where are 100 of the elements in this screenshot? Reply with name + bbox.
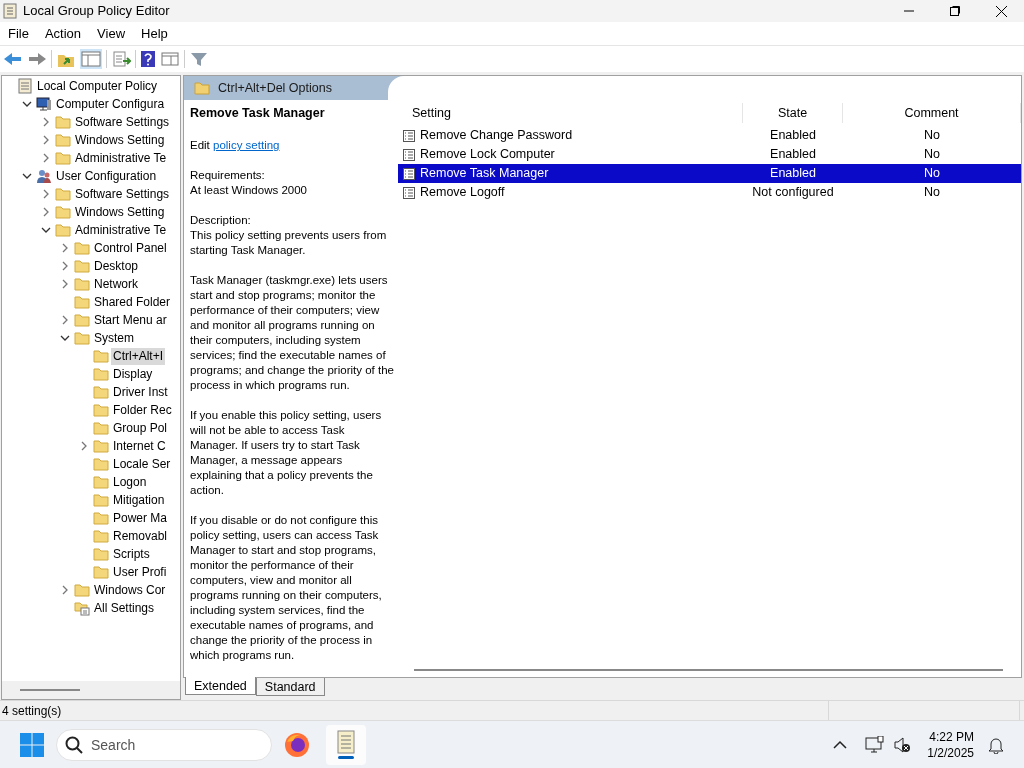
tree-item[interactable]: Administrative Te xyxy=(73,221,169,239)
menu-item[interactable]: File xyxy=(2,23,35,44)
chevron-right-icon[interactable] xyxy=(60,315,70,325)
export-list-icon[interactable] xyxy=(111,50,131,68)
chevron-right-icon[interactable] xyxy=(60,261,70,271)
tree-item[interactable]: Desktop xyxy=(92,257,141,275)
clock-time: 4:22 PM xyxy=(929,728,974,745)
tree-item[interactable]: Computer Configura xyxy=(54,95,167,113)
view-tab[interactable]: Standard xyxy=(255,678,325,696)
policy-setting-link[interactable]: policy setting xyxy=(213,139,280,151)
folder-icon xyxy=(93,456,109,472)
chevron-right-icon[interactable] xyxy=(79,441,89,451)
menu-item[interactable]: Help xyxy=(135,23,174,44)
tree-item[interactable]: Network xyxy=(92,275,140,293)
tree-item[interactable]: Administrative Te xyxy=(73,149,169,167)
help-icon[interactable] xyxy=(140,50,156,68)
scrollbar-thumb[interactable] xyxy=(20,689,80,691)
folder-icon xyxy=(93,510,109,526)
tree-item[interactable]: Ctrl+Alt+I xyxy=(111,347,165,365)
requirements-text: At least Windows 2000 xyxy=(190,183,308,198)
chevron-right-icon[interactable] xyxy=(41,189,51,199)
tree-item[interactable]: Removabl xyxy=(111,527,170,545)
tree-item[interactable]: User Profi xyxy=(111,563,169,581)
back-icon[interactable] xyxy=(3,51,23,67)
chevron-right-icon[interactable] xyxy=(41,117,51,127)
description-label: Description: xyxy=(190,213,252,228)
folder-icon xyxy=(93,366,109,382)
tree-item[interactable]: Control Panel xyxy=(92,239,169,257)
chevron-right-icon[interactable] xyxy=(60,585,70,595)
chevron-down-icon[interactable] xyxy=(60,333,70,343)
tree-item[interactable]: System xyxy=(92,329,136,347)
table-row[interactable]: Remove Logoff Not configured No xyxy=(398,183,1021,202)
chevron-right-icon[interactable] xyxy=(41,153,51,163)
tree-item[interactable]: Power Ma xyxy=(111,509,170,527)
table-row[interactable]: Remove Change Password Enabled No xyxy=(398,126,1021,145)
tree-item[interactable]: User Configuration xyxy=(54,167,159,185)
menu-item[interactable]: View xyxy=(91,23,132,44)
chevron-down-icon[interactable] xyxy=(22,99,32,109)
folder-icon xyxy=(55,132,71,148)
comment-text: No xyxy=(923,184,941,202)
setting-icon xyxy=(402,147,416,162)
folder-icon xyxy=(74,276,90,292)
comment-text: No xyxy=(923,146,941,164)
menu-item[interactable]: Action xyxy=(38,23,88,44)
tree-item[interactable]: Software Settings xyxy=(73,185,172,203)
tree-item[interactable]: All Settings xyxy=(92,599,157,617)
state-text: Enabled xyxy=(769,146,817,164)
view-tab[interactable]: Extended xyxy=(185,677,256,695)
chevron-down-icon[interactable] xyxy=(22,171,32,181)
folder-icon xyxy=(93,492,109,508)
network-icon[interactable] xyxy=(865,735,886,754)
chevron-right-icon[interactable] xyxy=(41,207,51,217)
chevron-right-icon[interactable] xyxy=(60,279,70,289)
search-icon xyxy=(65,735,83,754)
folder-icon xyxy=(55,150,71,166)
notification-bell-icon[interactable] xyxy=(988,735,1004,754)
chevron-down-icon[interactable] xyxy=(41,225,51,235)
tree-item[interactable]: Driver Inst xyxy=(111,383,170,401)
tree-pane-icon[interactable] xyxy=(80,49,102,69)
table-row[interactable]: Remove Task Manager Enabled No xyxy=(398,164,1021,183)
scrollbar-thumb[interactable] xyxy=(414,669,1003,671)
column-header[interactable]: Setting xyxy=(398,103,743,123)
description-paragraph: This policy setting prevents users from starting Task Manager. xyxy=(190,228,388,258)
folder-icon xyxy=(93,528,109,544)
policy-title: Remove Task Manager xyxy=(190,106,326,121)
taskbar-search-field[interactable]: Search xyxy=(56,728,272,761)
column-header[interactable]: State xyxy=(743,103,843,123)
speaker-muted-icon[interactable] xyxy=(893,735,912,754)
policy-document-icon xyxy=(17,78,33,94)
tree-item[interactable]: Locale Ser xyxy=(111,455,173,473)
tree-item[interactable]: Shared Folder xyxy=(92,293,173,311)
tree-item[interactable]: Windows Setting xyxy=(73,203,167,221)
chevron-right-icon[interactable] xyxy=(60,243,70,253)
tree-item[interactable]: Windows Setting xyxy=(73,131,167,149)
table-row[interactable]: Remove Lock Computer Enabled No xyxy=(398,145,1021,164)
tree-item[interactable]: Group Pol xyxy=(111,419,170,437)
close-icon xyxy=(995,5,1007,17)
app-icon xyxy=(3,3,17,19)
tree-item[interactable]: Local Computer Policy xyxy=(35,77,160,95)
tree-item[interactable]: Software Settings xyxy=(73,113,172,131)
filter-icon[interactable] xyxy=(189,50,209,68)
forward-icon[interactable] xyxy=(27,51,47,67)
tree-item[interactable]: Scripts xyxy=(111,545,152,563)
browser-icon[interactable] xyxy=(284,731,310,758)
tree-item[interactable]: Start Menu ar xyxy=(92,311,169,329)
folder-icon xyxy=(55,186,71,202)
tree-item[interactable]: Windows Cor xyxy=(92,581,168,599)
taskbar-app-button[interactable] xyxy=(326,724,366,765)
folder-icon xyxy=(74,330,90,346)
chevron-up-icon[interactable] xyxy=(833,739,848,750)
folder-icon xyxy=(93,384,109,400)
tree-item[interactable]: Internet C xyxy=(111,437,168,455)
tree-item[interactable]: Logon xyxy=(111,473,149,491)
tree-item[interactable]: Display xyxy=(111,365,155,383)
column-header[interactable]: Comment xyxy=(843,103,1021,123)
start-icon[interactable] xyxy=(20,732,44,757)
folder-icon xyxy=(74,582,90,598)
chevron-right-icon[interactable] xyxy=(41,135,51,145)
tree-item[interactable]: Folder Rec xyxy=(111,401,174,419)
tree-item[interactable]: Mitigation xyxy=(111,491,167,509)
